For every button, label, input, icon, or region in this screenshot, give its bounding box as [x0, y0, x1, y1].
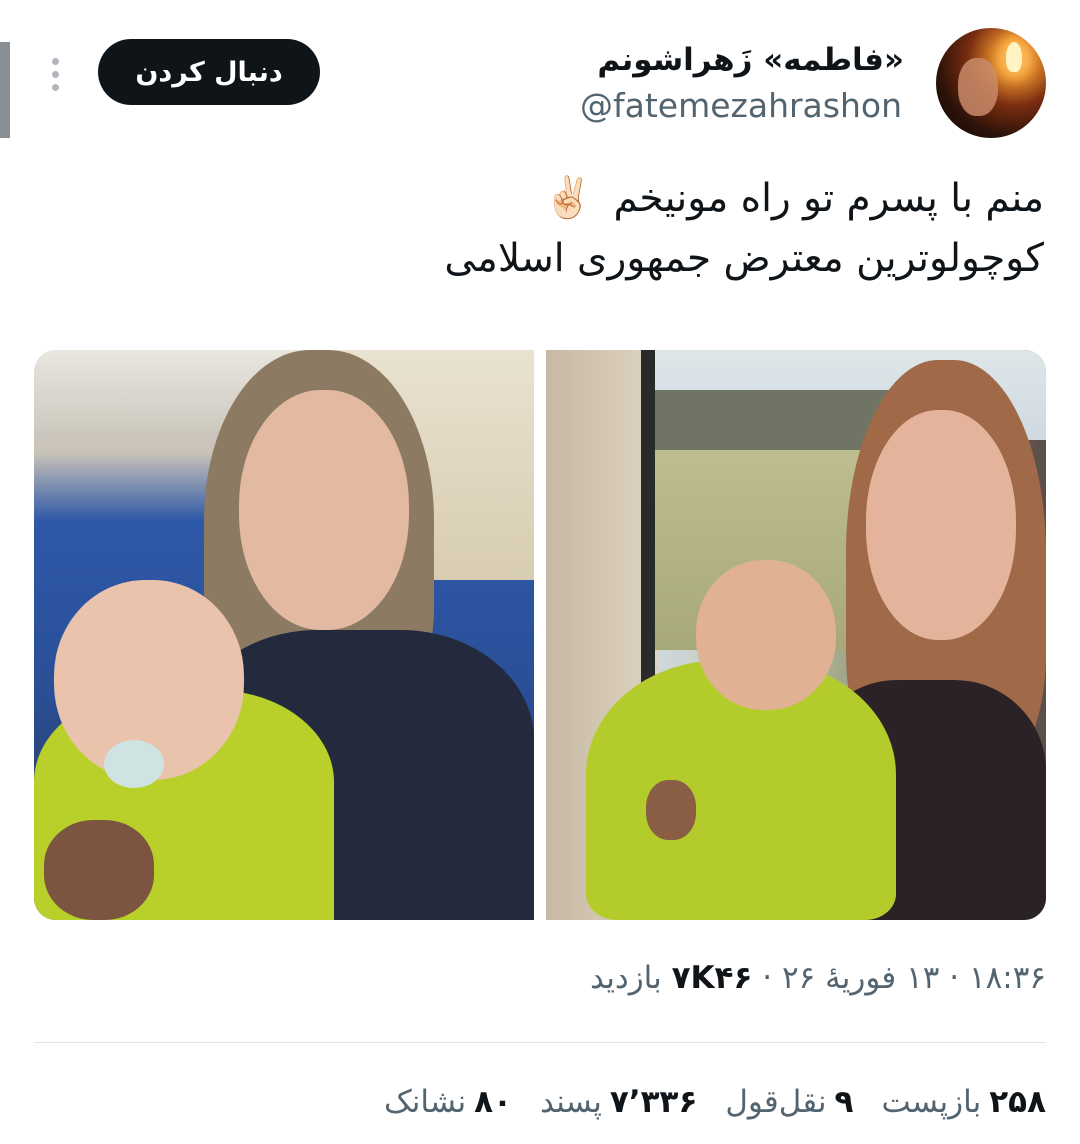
- tweet-time[interactable]: ۱۸:۳۶: [969, 960, 1046, 996]
- victory-hand-icon: ✌🏻: [543, 175, 594, 221]
- quotes-count: ۹: [834, 1084, 854, 1120]
- tweet-line-1: منم با پسرم تو راه مونیخم ✌🏻: [344, 168, 1044, 229]
- tweet-timestamp-views: ۱۸:۳۶ · ۱۳ فوریهٔ ۲۶ · ۷K۴۶ بازدید: [590, 960, 1046, 996]
- tweet-photo-2[interactable]: [546, 350, 1046, 920]
- bookmarks-stat[interactable]: ۸۰نشانک: [384, 1084, 512, 1120]
- scroll-edge-indicator: [0, 42, 10, 138]
- engagement-stats: ۲۵۸بازپست ۹نقل‌قول ۷٬۳۳۶پسند ۸۰نشانک: [384, 1084, 1046, 1120]
- reposts-label: بازپست: [881, 1084, 982, 1120]
- quotes-stat[interactable]: ۹نقل‌قول: [725, 1084, 853, 1120]
- divider: [34, 1042, 1046, 1043]
- tweet-line-2: کوچولوترین معترض جمهوری اسلامی: [444, 236, 1044, 281]
- tweet-photo-1[interactable]: [34, 350, 534, 920]
- tweet-date[interactable]: ۱۳ فوریهٔ ۲۶: [782, 960, 939, 996]
- likes-stat[interactable]: ۷٬۳۳۶پسند: [540, 1084, 697, 1120]
- likes-label: پسند: [539, 1084, 602, 1120]
- bookmarks-label: نشانک: [384, 1084, 467, 1120]
- reposts-stat[interactable]: ۲۵۸بازپست: [881, 1084, 1046, 1120]
- tweet-text: منم با پسرم تو راه مونیخم ✌🏻 کوچولوترین …: [344, 168, 1044, 289]
- more-options-button[interactable]: [40, 52, 70, 96]
- more-vertical-icon: [51, 57, 59, 65]
- views-label: بازدید: [590, 960, 662, 996]
- quotes-label: نقل‌قول: [725, 1084, 827, 1120]
- bookmarks-count: ۸۰: [474, 1084, 512, 1120]
- meta-separator: ·: [762, 960, 773, 996]
- reposts-count: ۲۵۸: [989, 1084, 1046, 1120]
- follow-button[interactable]: دنبال کردن: [98, 39, 320, 105]
- views-count: ۷K۴۶: [671, 960, 753, 996]
- avatar[interactable]: [936, 28, 1046, 138]
- meta-separator: ·: [949, 960, 960, 996]
- likes-count: ۷٬۳۳۶: [609, 1084, 698, 1120]
- user-handle[interactable]: @fatemezahrashon: [580, 86, 902, 125]
- display-name[interactable]: «فاطمه» زَهراشونم: [597, 42, 904, 78]
- flame-icon: [1006, 42, 1022, 72]
